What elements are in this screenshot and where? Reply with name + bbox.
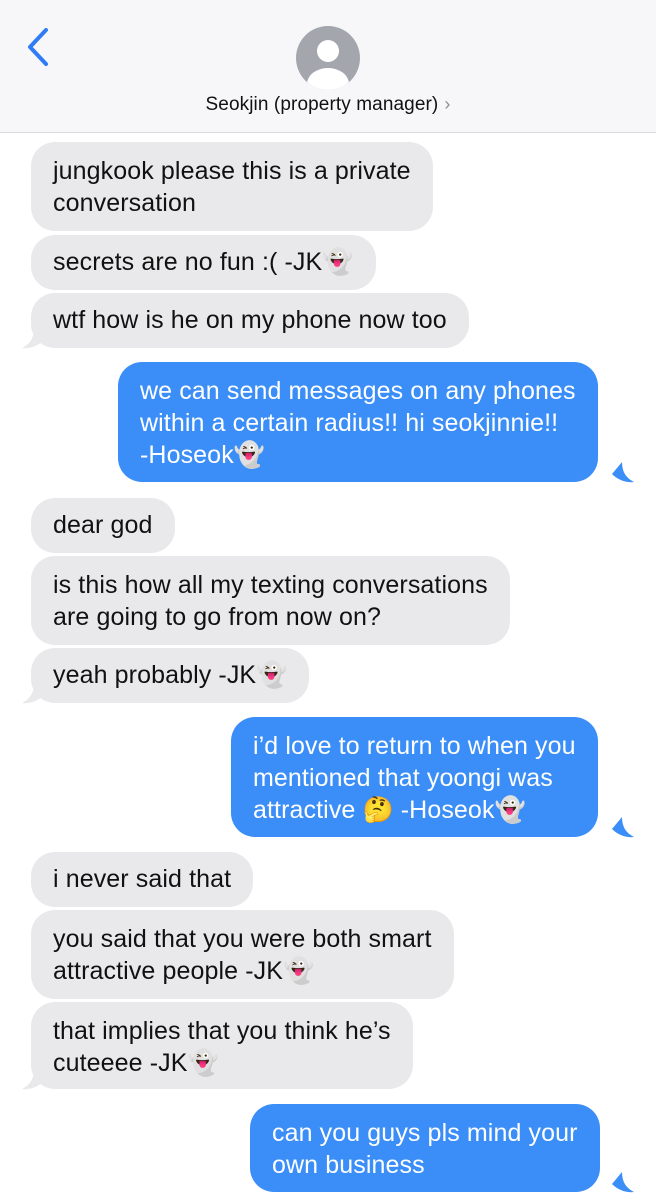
message-line: i never said that bbox=[53, 865, 232, 893]
message-bubble[interactable]: can you guys pls mind your own business bbox=[250, 1104, 600, 1192]
message-line: can you guys pls mind your bbox=[272, 1119, 578, 1147]
message-line: own business bbox=[272, 1151, 425, 1179]
message-bubble[interactable]: secrets are no fun :( -JK👻 bbox=[31, 235, 376, 290]
bubble-tail bbox=[22, 683, 44, 704]
message-line: within a certain radius!! hi seokjinnie!… bbox=[140, 409, 559, 437]
bubble-tail bbox=[612, 1172, 634, 1193]
message-line: conversation bbox=[53, 189, 196, 217]
message-line: you said that you were both smart bbox=[53, 925, 432, 953]
message-line: that implies that you think he’s bbox=[53, 1017, 391, 1045]
message-line: i’d love to return to when you bbox=[253, 732, 576, 760]
message-bubble[interactable]: jungkook please this is a private conver… bbox=[31, 142, 433, 231]
message-line: secrets are no fun :( -JK👻 bbox=[53, 248, 354, 276]
message-line: is this how all my texting conversations bbox=[53, 571, 488, 599]
message-line: attractive people -JK👻 bbox=[53, 957, 315, 985]
bubble-tail bbox=[612, 462, 634, 483]
message-bubble[interactable]: you said that you were both smart attrac… bbox=[31, 910, 454, 999]
message-bubble[interactable]: that implies that you think he’s cuteeee… bbox=[31, 1002, 413, 1089]
bubble-tail bbox=[22, 1069, 44, 1090]
message-bubble[interactable]: dear god bbox=[31, 498, 175, 553]
message-line: -Hoseok👻 bbox=[140, 441, 266, 469]
message-thread: jungkook please this is a private conver… bbox=[0, 0, 656, 1200]
message-line: yeah probably -JK👻 bbox=[53, 661, 288, 689]
message-line: mentioned that yoongi was bbox=[253, 764, 553, 792]
message-bubble[interactable]: yeah probably -JK👻 bbox=[31, 648, 310, 703]
message-bubble[interactable]: i’d love to return to when you mentioned… bbox=[231, 717, 598, 837]
message-line: we can send messages on any phones bbox=[140, 377, 576, 405]
message-line: cuteeee -JK👻 bbox=[53, 1049, 219, 1077]
message-bubble[interactable]: i never said that bbox=[31, 852, 254, 907]
message-line: jungkook please this is a private bbox=[53, 157, 411, 185]
message-bubble[interactable]: wtf how is he on my phone now too bbox=[31, 293, 469, 348]
bubble-tail bbox=[22, 328, 44, 349]
message-line: dear god bbox=[53, 511, 153, 539]
message-line: attractive 🤔 -Hoseok👻 bbox=[253, 796, 526, 824]
message-bubble[interactable]: is this how all my texting conversations… bbox=[31, 556, 510, 645]
message-line: are going to go from now on? bbox=[53, 603, 382, 631]
message-bubble[interactable]: we can send messages on any phones withi… bbox=[118, 362, 598, 482]
bubble-tail bbox=[612, 817, 634, 838]
message-line: wtf how is he on my phone now too bbox=[53, 306, 447, 334]
